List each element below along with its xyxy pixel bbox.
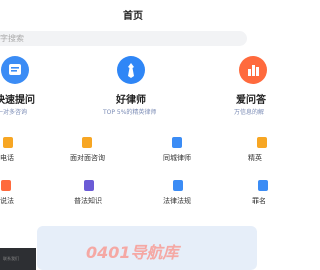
service-law-regulation[interactable]: 法律法规 — [163, 180, 233, 210]
feature-title: 爱问答 — [236, 95, 266, 106]
search-placeholder: 键字搜索 — [0, 34, 24, 43]
chart-bars-icon — [239, 56, 267, 84]
quick-ask-card[interactable]: 快速提问 一对多咨询 — [0, 52, 87, 120]
service-face-consult[interactable]: 面对面咨询 — [70, 137, 140, 167]
law-regulation-icon — [173, 180, 183, 191]
feature-title: 快速提问 — [0, 95, 35, 106]
phone-icon — [3, 137, 13, 148]
feature-row: 快速提问 一对多咨询 好律师 TOP 5%的精英律师 爱问答 万信息的解 — [0, 52, 267, 120]
page-title: 首页 — [123, 11, 143, 22]
service-talk-law[interactable]: 说法 — [0, 180, 70, 210]
service-label: 普法知识 — [74, 197, 102, 205]
footer-strip: 联系我们 — [0, 248, 36, 270]
service-local-lawyer[interactable]: 同城律师 — [163, 137, 233, 167]
watermark: 0401导航库 — [86, 243, 179, 262]
talk-law-icon — [1, 180, 11, 191]
footer-strip-text: 联系我们 — [3, 256, 19, 261]
face-consult-icon — [82, 137, 92, 148]
service-label: 电话 — [0, 154, 14, 162]
search-input[interactable]: 键字搜索 — [0, 31, 247, 46]
elite-icon — [257, 137, 267, 148]
crime-icon — [258, 180, 268, 191]
service-label: 法律法规 — [163, 197, 191, 205]
local-lawyer-icon — [172, 137, 182, 148]
feature-subtitle: 一对多咨询 — [0, 109, 28, 116]
service-law-knowledge[interactable]: 普法知识 — [74, 180, 144, 210]
service-crime[interactable]: 罪名 — [252, 180, 320, 210]
service-label: 精英 — [248, 154, 262, 162]
tie-icon — [117, 56, 145, 84]
chat-bubble-icon — [1, 56, 29, 84]
law-knowledge-icon — [84, 180, 94, 191]
service-label: 说法 — [0, 197, 14, 205]
service-elite[interactable]: 精英 — [248, 137, 318, 167]
top-bar: 首页 — [0, 0, 266, 26]
good-lawyer-card[interactable]: 好律师 TOP 5%的精英律师 — [93, 52, 193, 120]
feature-subtitle: 万信息的解 — [234, 109, 265, 116]
service-phone[interactable]: 电话 — [0, 137, 70, 167]
service-label: 同城律师 — [163, 154, 191, 162]
feature-subtitle: TOP 5%的精英律师 — [103, 109, 157, 116]
service-label: 面对面咨询 — [70, 154, 105, 162]
service-label: 罪名 — [252, 197, 266, 205]
qa-card[interactable]: 爱问答 万信息的解 — [229, 52, 320, 120]
feature-title: 好律师 — [116, 95, 146, 106]
